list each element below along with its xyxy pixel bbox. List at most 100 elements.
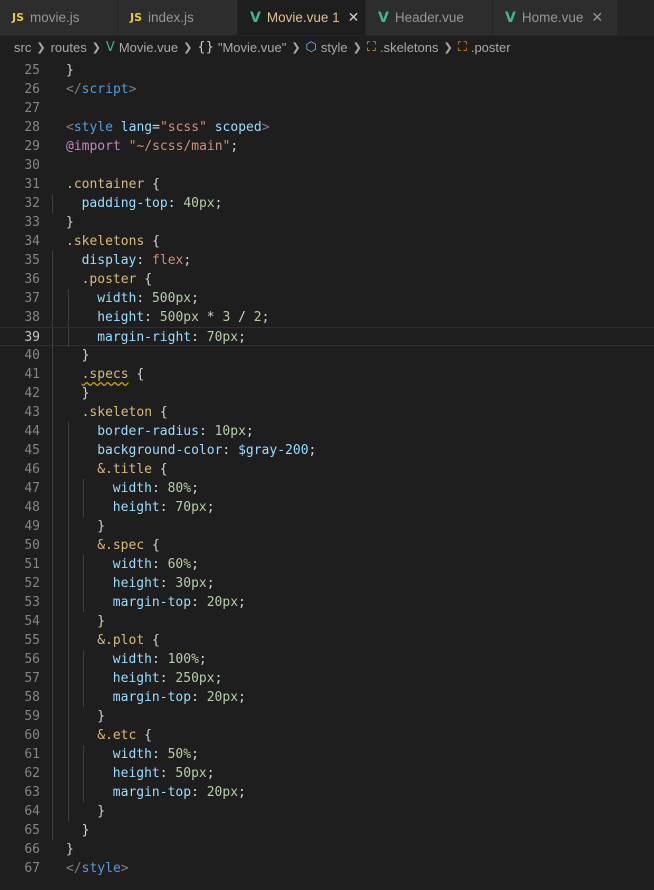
code-line[interactable]: 60 &.etc { xyxy=(0,726,654,745)
code-text: display: flex; xyxy=(82,251,192,270)
breadcrumb-block[interactable]: "Movie.vue" xyxy=(218,40,286,55)
line-number: 38 xyxy=(24,310,40,325)
line-number: 30 xyxy=(24,158,40,173)
line-number: 29 xyxy=(24,139,40,154)
indent-guide xyxy=(67,308,69,327)
code-token: ; xyxy=(198,652,207,667)
code-token: scoped xyxy=(214,120,262,135)
indent-guide xyxy=(52,422,53,441)
code-line[interactable]: 34 .skeletons { xyxy=(0,232,654,251)
code-token: height xyxy=(97,310,145,325)
code-token: margin-top xyxy=(112,595,192,610)
code-editor[interactable]: 25} 26 </script> 27 28 <style lang="scss" sco… xyxy=(0,59,654,890)
code-line[interactable]: 64} xyxy=(0,802,654,821)
code-token: border-radius xyxy=(97,424,199,439)
code-line[interactable]: 59} xyxy=(0,707,654,726)
code-line[interactable]: 43 .skeleton { xyxy=(0,403,654,422)
breadcrumb-style[interactable]: style xyxy=(321,40,348,55)
code-line[interactable]: 39 margin-right: 70px; xyxy=(0,327,654,347)
code-line[interactable]: 47 width: 80%; xyxy=(0,479,654,498)
code-line[interactable]: 62 height: 50px; xyxy=(0,764,654,783)
code-line[interactable]: 49} xyxy=(0,517,654,536)
code-line[interactable]: 56 width: 100%; xyxy=(0,650,654,669)
code-token: .container xyxy=(66,177,145,192)
breadcrumb-selector-poster[interactable]: .poster xyxy=(471,40,511,55)
code-line[interactable]: 46 &.title { xyxy=(0,460,654,479)
code-line[interactable]: 53 margin-top: 20px; xyxy=(0,593,654,612)
code-text: @import "~/scss/main"; xyxy=(66,137,238,156)
code-token: } xyxy=(81,823,90,838)
code-token: 80% xyxy=(167,481,192,496)
code-line[interactable]: 67 </style> xyxy=(0,859,654,878)
tab-index-js[interactable]: JS index.js xyxy=(118,0,238,35)
js-file-icon: JS xyxy=(12,11,25,24)
code-line[interactable]: 61 width: 50%; xyxy=(0,745,654,764)
indent-guide xyxy=(67,650,69,669)
code-line[interactable]: 32 padding-top: 40px; xyxy=(0,194,654,213)
code-token: &.title xyxy=(97,462,152,477)
code-line[interactable]: 63 margin-top: 20px; xyxy=(0,783,654,802)
line-number: 43 xyxy=(24,405,40,420)
indent-guide xyxy=(67,498,69,517)
code-token: 50px xyxy=(175,766,207,781)
vue-file-icon: V xyxy=(378,9,389,26)
code-token: : xyxy=(191,785,207,800)
code-line[interactable]: 36 .poster { xyxy=(0,270,654,289)
code-line[interactable]: 29 @import "~/scss/main"; xyxy=(0,137,654,156)
indent-guide xyxy=(67,745,69,764)
code-line[interactable]: 57 height: 250px; xyxy=(0,669,654,688)
code-line[interactable]: 38 height: 500px * 3 / 2; xyxy=(0,308,654,327)
code-token: ; xyxy=(191,747,199,762)
code-token: height xyxy=(112,671,160,686)
code-line[interactable]: 42} xyxy=(0,384,654,403)
line-number: 45 xyxy=(24,443,40,458)
code-line[interactable]: 25} xyxy=(0,61,654,80)
code-line[interactable]: 45 background-color: $gray-200; xyxy=(0,441,654,460)
code-text: } xyxy=(66,840,74,859)
code-token: "scss" xyxy=(159,120,207,135)
close-icon[interactable]: ✕ xyxy=(348,10,360,26)
code-line[interactable]: 26 </script> xyxy=(0,80,654,99)
code-line[interactable]: 66} xyxy=(0,840,654,859)
code-text: padding-top: 40px; xyxy=(82,194,223,213)
tab-movie-js[interactable]: JS movie.js xyxy=(0,0,118,35)
code-line[interactable]: 33} xyxy=(0,213,654,232)
code-token: margin-top xyxy=(112,690,192,705)
code-line[interactable]: 30 xyxy=(0,156,654,175)
tab-movie-vue[interactable]: V Movie.vue 1 ✕ xyxy=(238,0,366,35)
code-text: height: 50px; xyxy=(113,764,215,783)
code-token: .specs xyxy=(81,367,129,382)
code-token: } xyxy=(97,709,106,724)
code-line[interactable]: 65} xyxy=(0,821,654,840)
close-icon[interactable]: ✕ xyxy=(591,10,603,26)
code-line[interactable]: 58 margin-top: 20px; xyxy=(0,688,654,707)
code-line[interactable]: 35 display: flex; xyxy=(0,251,654,270)
code-line[interactable]: 44 border-radius: 10px; xyxy=(0,422,654,441)
code-line[interactable]: 54} xyxy=(0,612,654,631)
code-text: height: 30px; xyxy=(113,574,215,593)
indent-guide xyxy=(83,650,85,669)
code-token: ; xyxy=(261,310,270,325)
tab-header-vue[interactable]: V Header.vue xyxy=(366,0,493,35)
code-line[interactable]: 48 height: 70px; xyxy=(0,498,654,517)
code-line[interactable]: 28 <style lang="scss" scoped> xyxy=(0,118,654,137)
code-line[interactable]: 50 &.spec { xyxy=(0,536,654,555)
code-token: width xyxy=(112,481,152,496)
code-line[interactable]: 37 width: 500px; xyxy=(0,289,654,308)
line-number: 46 xyxy=(24,462,40,477)
code-line[interactable]: 55 &.plot { xyxy=(0,631,654,650)
breadcrumb-folder-src[interactable]: src xyxy=(14,40,31,55)
code-line[interactable]: 27 xyxy=(0,99,654,118)
indent-guide xyxy=(83,498,85,517)
code-line[interactable]: 51 width: 60%; xyxy=(0,555,654,574)
breadcrumb-file[interactable]: Movie.vue xyxy=(119,40,178,55)
breadcrumb-selector-skeletons[interactable]: .skeletons xyxy=(380,40,439,55)
code-line[interactable]: 52 height: 30px; xyxy=(0,574,654,593)
tab-home-vue[interactable]: V Home.vue ✕ xyxy=(493,0,618,35)
code-line[interactable]: 41 .specs { xyxy=(0,365,654,384)
indent-guide xyxy=(52,498,53,517)
breadcrumb-folder-routes[interactable]: routes xyxy=(51,40,87,55)
code-line[interactable]: 40} xyxy=(0,346,654,365)
indent-guide xyxy=(52,403,53,422)
code-line[interactable]: 31 .container { xyxy=(0,175,654,194)
